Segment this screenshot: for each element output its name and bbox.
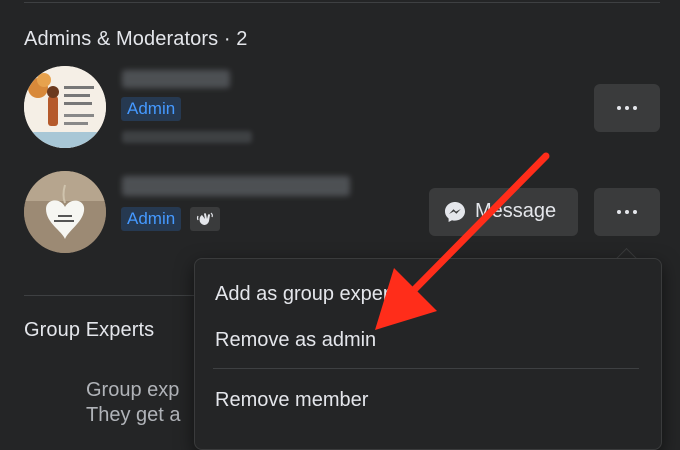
section-divider <box>24 295 194 296</box>
top-divider <box>24 2 660 3</box>
member-2-name[interactable] <box>122 176 350 196</box>
member-2-more-button[interactable] <box>594 188 660 236</box>
group-experts-title: Group Experts <box>24 319 155 341</box>
group-experts-desc-line2: They get a <box>86 404 181 426</box>
member-2-message-button[interactable]: Message <box>429 188 578 236</box>
member-1-more-button[interactable] <box>594 84 660 132</box>
waving-hand-icon <box>190 207 220 231</box>
more-horizontal-icon <box>617 106 637 110</box>
menu-divider <box>213 368 639 369</box>
messenger-icon <box>444 201 466 223</box>
member-1-avatar[interactable] <box>24 66 106 148</box>
member-2-admin-badge: Admin <box>121 207 182 231</box>
more-horizontal-icon <box>617 210 637 214</box>
menu-item-add-group-expert[interactable]: Add as group expert <box>215 283 391 306</box>
member-actions-menu: Add as group expert Remove as admin Remo… <box>194 258 662 450</box>
group-experts-desc-line1: Group exp <box>86 379 180 401</box>
message-button-label: Message <box>475 200 557 222</box>
member-1-admin-badge: Admin <box>121 97 182 121</box>
member-2-avatar[interactable] <box>24 171 106 253</box>
admins-section-title: Admins & Moderators · 2 <box>24 28 248 50</box>
member-1-subtitle <box>122 131 252 143</box>
menu-item-remove-admin[interactable]: Remove as admin <box>215 329 376 352</box>
menu-item-remove-member[interactable]: Remove member <box>215 389 368 412</box>
member-1-name[interactable] <box>122 70 230 88</box>
